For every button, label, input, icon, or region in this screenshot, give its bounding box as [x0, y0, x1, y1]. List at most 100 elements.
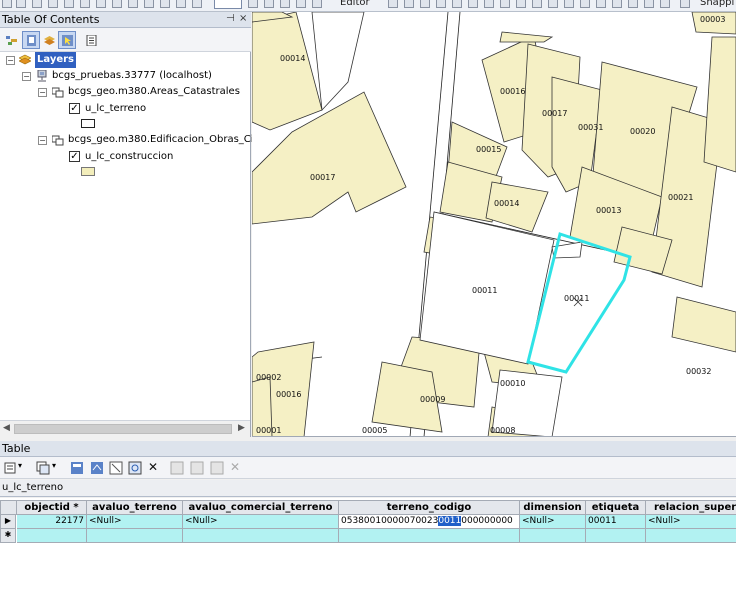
chevron-down-icon[interactable]: ▾: [18, 461, 22, 470]
layer-label[interactable]: u_lc_terreno: [85, 101, 146, 117]
list-by-selection-button[interactable]: [58, 31, 76, 49]
snapping-menu[interactable]: Snappi: [700, 0, 734, 8]
collapse-group-button[interactable]: −: [38, 88, 47, 97]
layer-visibility-checkbox[interactable]: ✓: [69, 103, 80, 114]
related-tables-icon[interactable]: [36, 461, 50, 475]
pin-icon[interactable]: ⊣: [226, 13, 235, 24]
toolbar-icon[interactable]: [548, 0, 558, 8]
scale-box[interactable]: [214, 0, 242, 9]
toolbar-icon[interactable]: [64, 0, 74, 8]
toolbar-icon[interactable]: [192, 0, 202, 8]
cell-relacion-super[interactable]: <Null>: [646, 515, 736, 529]
new-cell[interactable]: [586, 529, 646, 543]
layer-label[interactable]: u_lc_construccion: [85, 149, 173, 165]
toolbar-icon[interactable]: [16, 0, 26, 8]
toolbar-icon[interactable]: [280, 0, 290, 8]
toolbar-icon[interactable]: [436, 0, 446, 8]
toolbar-icon[interactable]: [580, 0, 590, 8]
toolbar-icon[interactable]: [628, 0, 638, 8]
new-cell[interactable]: [87, 529, 183, 543]
toolbar-icon[interactable]: [564, 0, 574, 8]
toolbar-icon[interactable]: [2, 0, 12, 8]
select-by-attributes-icon[interactable]: [70, 461, 84, 475]
column-header-dimension[interactable]: dimension: [520, 500, 586, 515]
row-selector[interactable]: ▶: [0, 515, 16, 529]
map-view[interactable]: 00003 00014 00016 00017 00031 00020 0001…: [252, 12, 736, 437]
map-canvas[interactable]: 00003 00014 00016 00017 00031 00020 0001…: [252, 12, 736, 437]
toolbar-icon[interactable]: [500, 0, 510, 8]
scroll-right-icon[interactable]: ▶: [238, 423, 245, 433]
new-cell[interactable]: [17, 529, 87, 543]
toolbar-icon[interactable]: [644, 0, 654, 8]
toolbar-icon[interactable]: [176, 0, 186, 8]
delete-selected-icon[interactable]: ✕: [148, 460, 158, 474]
toolbar-icon[interactable]: [160, 0, 170, 8]
cell-dimension[interactable]: <Null>: [520, 515, 586, 529]
switch-selection-icon[interactable]: [90, 461, 104, 475]
new-cell[interactable]: [520, 529, 586, 543]
close-icon[interactable]: ×: [239, 13, 247, 24]
layer-symbol[interactable]: [81, 167, 95, 176]
group-label[interactable]: bcgs_geo.m380.Edificacion_Obras_Civil: [68, 132, 265, 148]
column-header-relacion-super[interactable]: relacion_super: [646, 500, 736, 515]
toolbar-icon[interactable]: [596, 0, 606, 8]
toolbar-icon[interactable]: [144, 0, 154, 8]
chevron-down-icon[interactable]: ▾: [52, 461, 56, 470]
new-cell[interactable]: [339, 529, 520, 543]
toolbar-icon[interactable]: [388, 0, 398, 8]
cell-terreno-codigo-editing[interactable]: 053800100000700230011000000000: [339, 515, 520, 529]
column-header-terreno-codigo[interactable]: terreno_codigo: [339, 500, 520, 515]
list-by-drawing-order-button[interactable]: [2, 31, 20, 49]
column-header-objectid[interactable]: objectid *: [17, 500, 87, 515]
toolbar-icon[interactable]: [660, 0, 670, 8]
toc-horizontal-scrollbar[interactable]: ◀ ▶: [0, 420, 250, 437]
toolbar-icon[interactable]: [484, 0, 494, 8]
cell-avaluo-terreno[interactable]: <Null>: [87, 515, 183, 529]
toolbar-icon[interactable]: [452, 0, 462, 8]
zoom-to-selected-icon[interactable]: [128, 461, 142, 475]
table-options-icon[interactable]: [4, 461, 18, 475]
collapse-database-button[interactable]: −: [22, 72, 31, 81]
layers-root-label[interactable]: Layers: [35, 52, 76, 68]
scroll-thumb[interactable]: [14, 424, 232, 434]
toolbar-icon[interactable]: [80, 0, 90, 8]
new-cell[interactable]: [646, 529, 736, 543]
options-button[interactable]: [82, 31, 100, 49]
toolbar-icon[interactable]: [532, 0, 542, 8]
toolbar-icon[interactable]: [112, 0, 122, 8]
list-by-source-button[interactable]: [22, 31, 40, 49]
scroll-left-icon[interactable]: ◀: [3, 423, 10, 433]
toolbar-icon[interactable]: [680, 0, 690, 8]
attribute-table-grid[interactable]: objectid * avaluo_terreno avaluo_comerci…: [0, 498, 736, 600]
collapse-layers-button[interactable]: −: [6, 56, 15, 65]
clear-selection-icon[interactable]: [109, 461, 123, 475]
layer-symbol[interactable]: [81, 119, 95, 128]
toolbar-icon[interactable]: [48, 0, 58, 8]
database-label[interactable]: bcgs_pruebas.33777 (localhost): [52, 68, 212, 84]
toolbar-icon[interactable]: [404, 0, 414, 8]
toolbar-icon[interactable]: [312, 0, 322, 8]
group-label[interactable]: bcgs_geo.m380.Areas_Catastrales: [68, 84, 240, 100]
cell-objectid[interactable]: 22177: [17, 515, 87, 529]
column-header-avaluo-terreno[interactable]: avaluo_terreno: [87, 500, 183, 515]
toolbar-icon[interactable]: [516, 0, 526, 8]
list-by-visibility-button[interactable]: [40, 31, 58, 49]
toolbar-icon[interactable]: [420, 0, 430, 8]
editor-menu[interactable]: Editor: [340, 0, 370, 8]
toolbar-icon[interactable]: [468, 0, 478, 8]
table-tab[interactable]: u_lc_terreno: [2, 482, 63, 493]
toolbar-icon[interactable]: [96, 0, 106, 8]
column-header-avaluo-comercial-terreno[interactable]: avaluo_comercial_terreno: [183, 500, 339, 515]
new-row-selector[interactable]: ✱: [0, 529, 16, 543]
new-cell[interactable]: [183, 529, 339, 543]
collapse-group-button[interactable]: −: [38, 136, 47, 145]
cell-avaluo-comercial-terreno[interactable]: <Null>: [183, 515, 339, 529]
column-header-etiqueta[interactable]: etiqueta: [586, 500, 646, 515]
toolbar-icon[interactable]: [128, 0, 138, 8]
toolbar-icon[interactable]: [248, 0, 258, 8]
cell-etiqueta[interactable]: 00011: [586, 515, 646, 529]
toolbar-icon[interactable]: [296, 0, 306, 8]
toolbar-icon[interactable]: [32, 0, 42, 8]
toolbar-icon[interactable]: [612, 0, 622, 8]
toolbar-icon[interactable]: [264, 0, 274, 8]
